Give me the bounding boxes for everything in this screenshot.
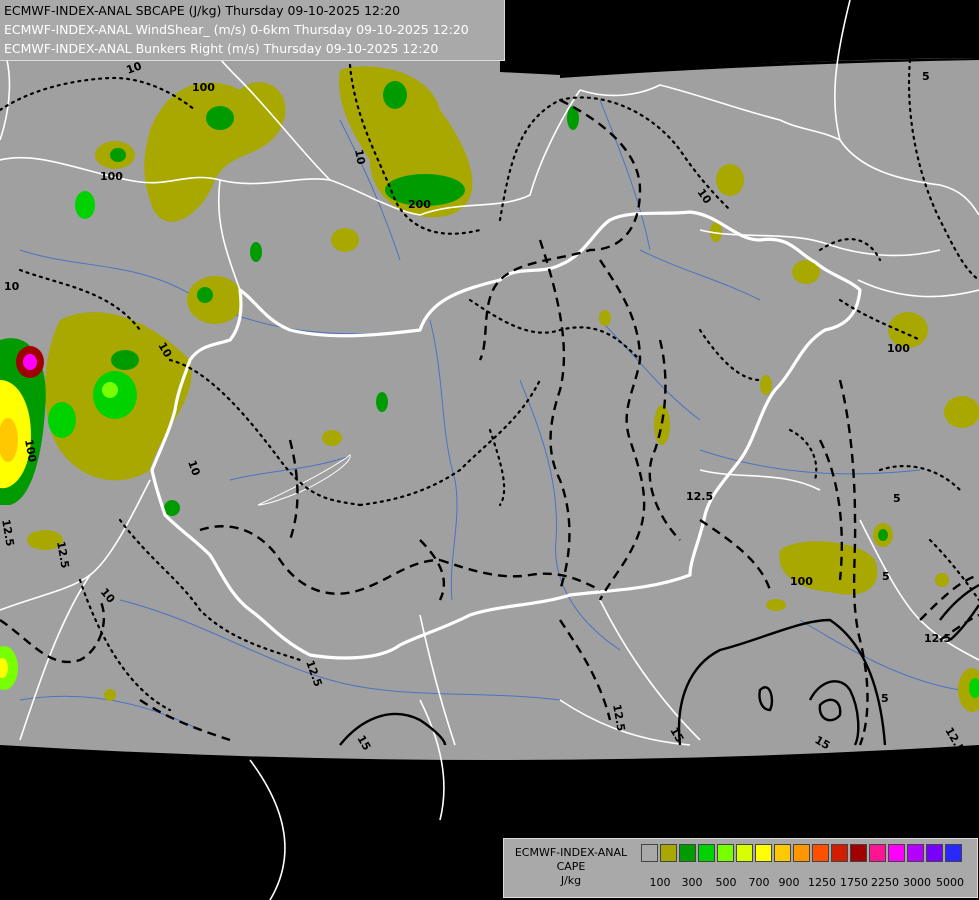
legend-tick-label: 1750	[840, 876, 868, 889]
contour-label: 10	[352, 148, 368, 166]
legend-tick-label: 900	[778, 876, 800, 889]
legend-swatch	[812, 844, 829, 862]
sbcape-title: ECMWF-INDEX-ANAL SBCAPE (J/kg) Thursday …	[4, 3, 401, 18]
legend-tick-label: 700	[748, 876, 770, 889]
weather-map: 10 10 10 10 10 10 10 12.5 12.5 12.5 12.5…	[0, 0, 979, 900]
contour-label: 100	[790, 575, 813, 588]
legend-tick-label: 100	[649, 876, 671, 889]
legend-swatch	[926, 844, 943, 862]
legend-tick-label: 3000	[903, 876, 931, 889]
legend-swatch	[774, 844, 791, 862]
contour-label: 100	[887, 342, 910, 355]
contour-label: 100	[192, 81, 215, 94]
legend-swatch	[869, 844, 886, 862]
legend-tick-labels: 100 300 500 700 900 1250 1750 2250 3000 5000	[640, 876, 974, 890]
contour-label: 200	[408, 198, 431, 211]
contour-label: 12.5	[686, 490, 713, 503]
map-view: 10 10 10 10 10 10 10 12.5 12.5 12.5 12.5…	[0, 0, 979, 900]
legend-swatch	[907, 844, 924, 862]
contour-label: 5	[922, 70, 930, 83]
legend-tick-label: 5000	[936, 876, 964, 889]
bunkers-title: ECMWF-INDEX-ANAL Bunkers Right (m/s) Thu…	[4, 41, 439, 56]
legend-swatch	[660, 844, 677, 862]
contour-label: 5	[881, 692, 889, 705]
legend-swatch	[831, 844, 848, 862]
legend-variable: CAPE	[556, 860, 586, 873]
legend-swatch	[755, 844, 772, 862]
legend-swatch	[793, 844, 810, 862]
contour-label: 100	[100, 170, 123, 183]
legend-color-scale	[641, 844, 964, 862]
legend-tick-label: 2250	[871, 876, 899, 889]
contour-label: 5	[882, 570, 890, 583]
legend-tick-label: 500	[715, 876, 737, 889]
legend-unit: J/kg	[560, 874, 582, 887]
legend-model: ECMWF-INDEX-ANAL	[514, 846, 628, 859]
map-header: ECMWF-INDEX-ANAL SBCAPE (J/kg) Thursday …	[0, 0, 505, 61]
legend-swatch	[850, 844, 867, 862]
legend-swatch	[717, 844, 734, 862]
legend-swatch	[888, 844, 905, 862]
cape-legend: ECMWF-INDEX-ANAL CAPE J/kg 100 300 500 700 9…	[503, 838, 978, 898]
legend-tick-label: 300	[681, 876, 703, 889]
legend-title: ECMWF-INDEX-ANAL CAPE J/kg	[507, 846, 635, 888]
legend-swatch	[736, 844, 753, 862]
legend-swatch	[698, 844, 715, 862]
legend-swatch	[945, 844, 962, 862]
contour-label: 12.5	[924, 632, 951, 645]
windshear-title: ECMWF-INDEX-ANAL WindShear_ (m/s) 0-6km …	[4, 22, 469, 37]
legend-swatch	[679, 844, 696, 862]
contour-label: 10	[4, 280, 20, 293]
legend-tick-label: 1250	[808, 876, 836, 889]
contour-label: 5	[893, 492, 901, 505]
legend-swatch	[641, 844, 658, 862]
